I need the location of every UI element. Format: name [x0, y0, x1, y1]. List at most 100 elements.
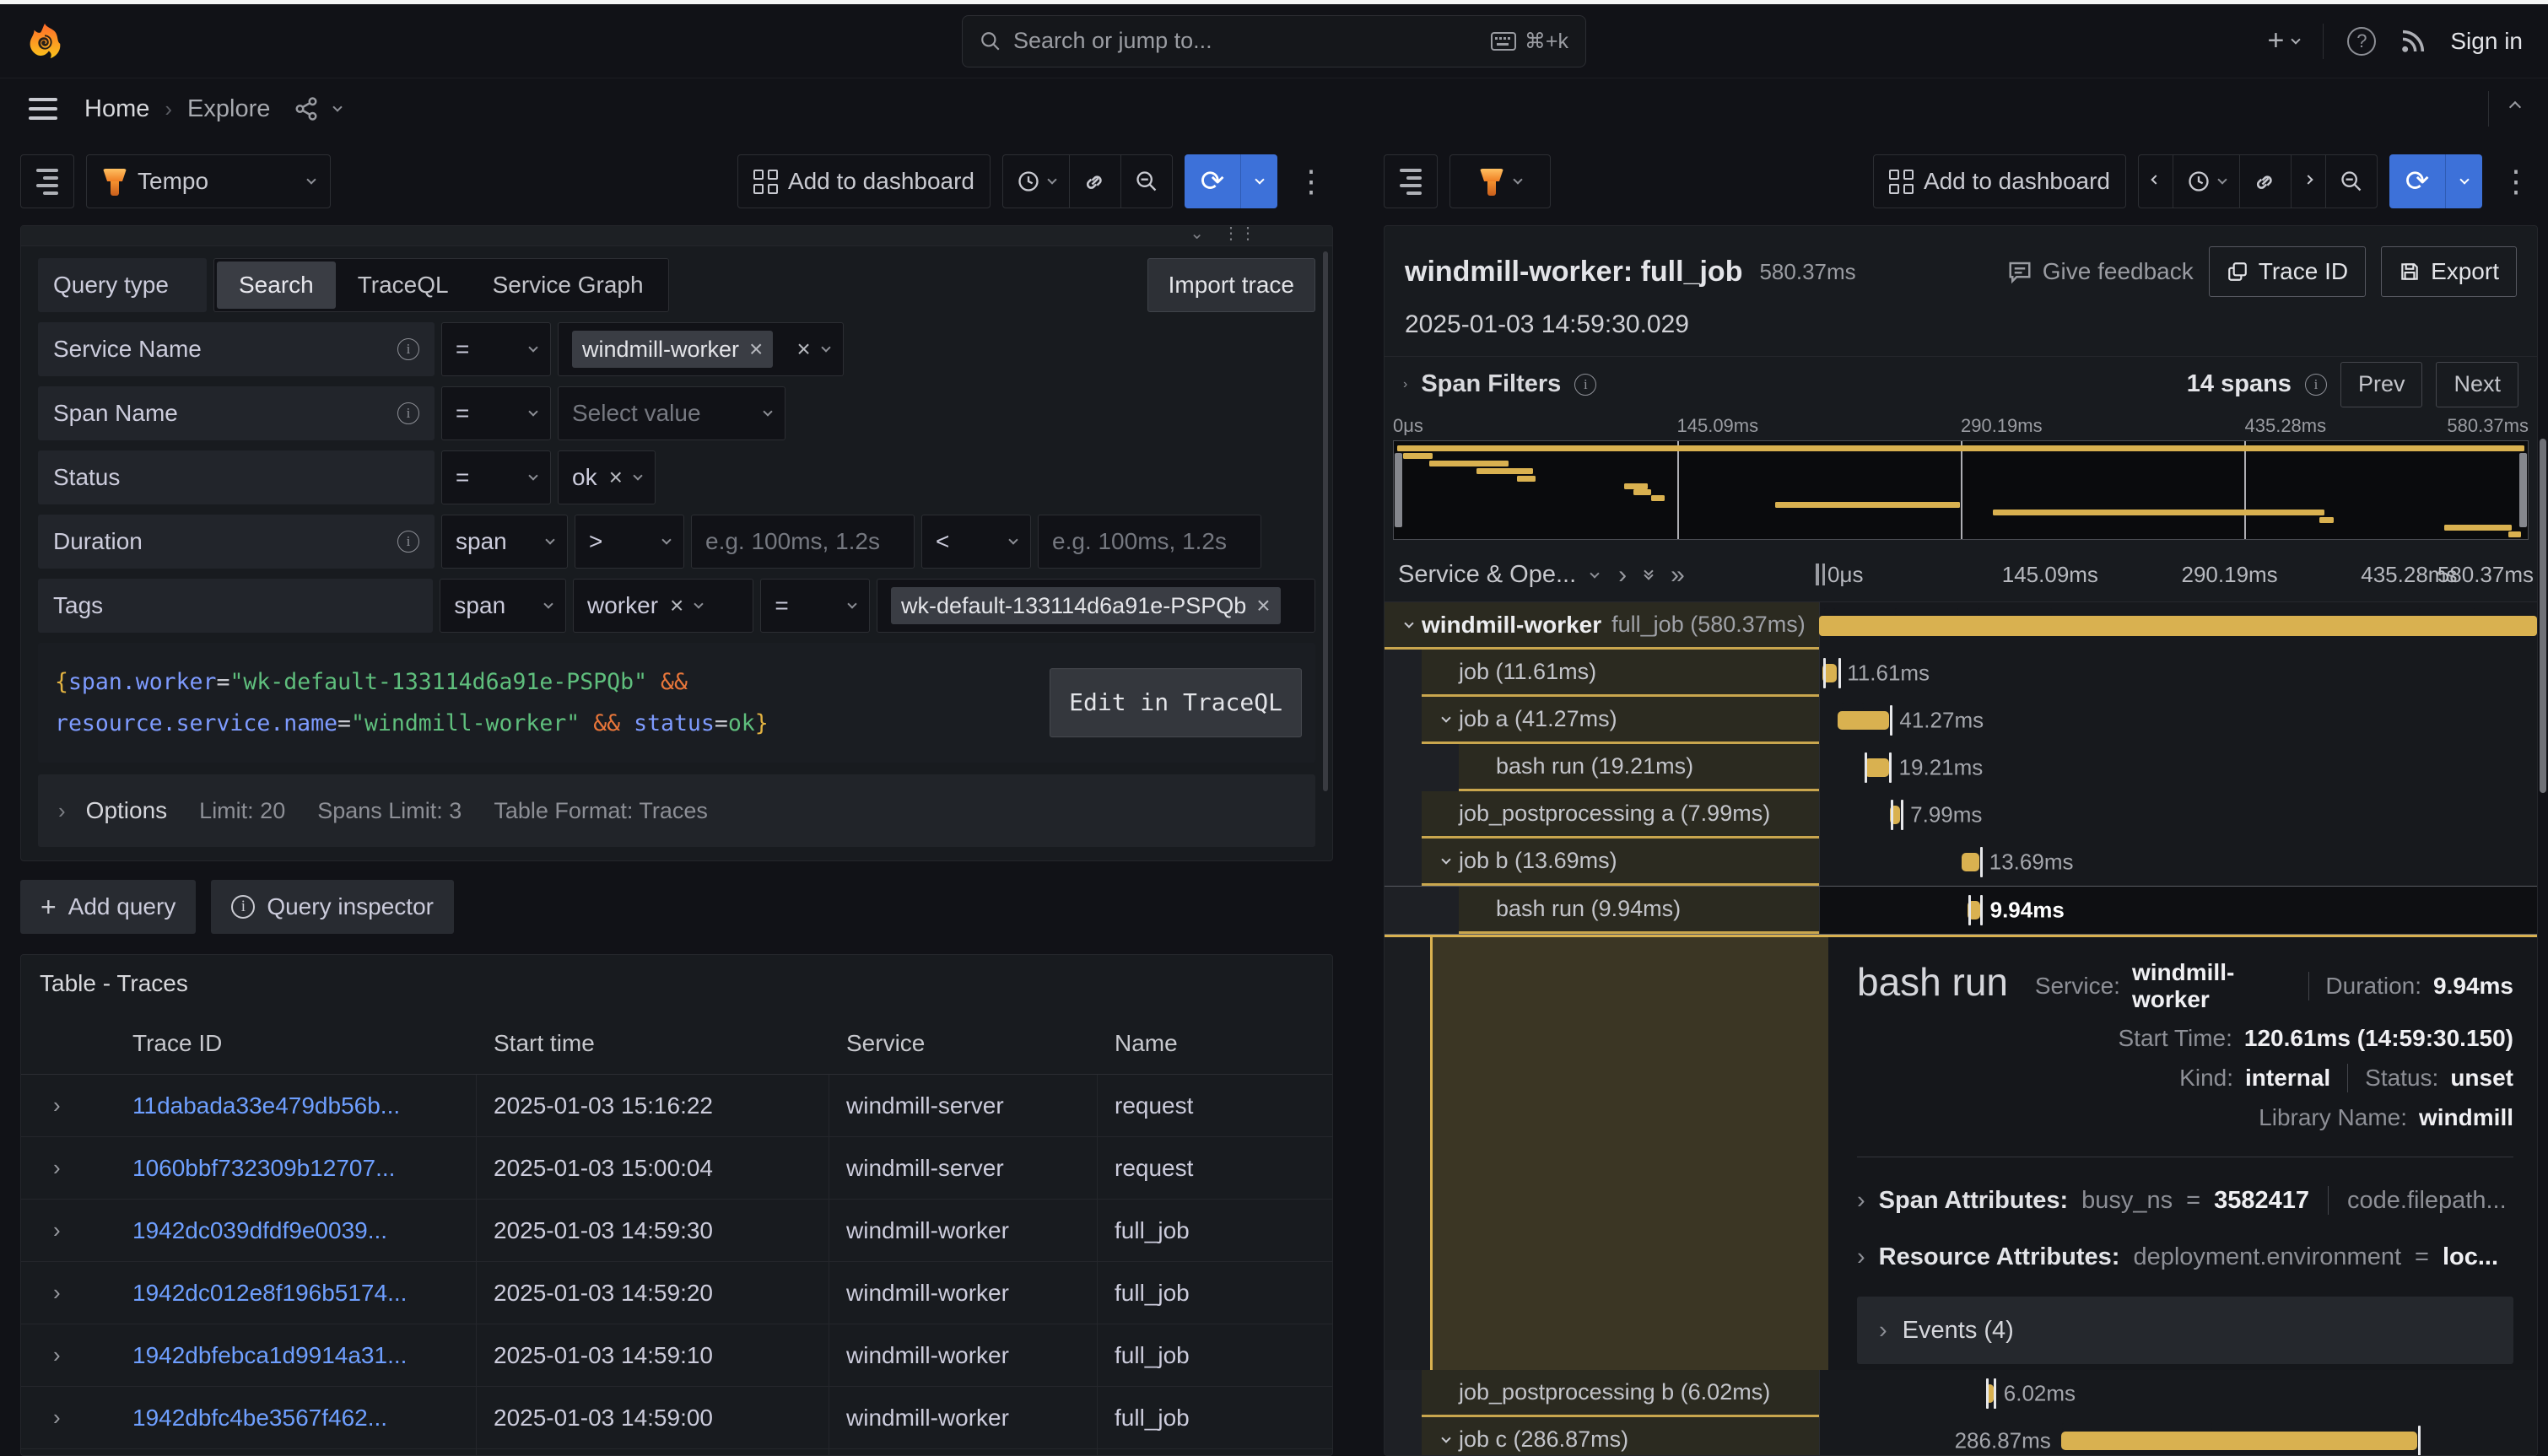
outline-button[interactable] — [1384, 154, 1438, 208]
tab-service-graph[interactable]: Service Graph — [471, 262, 666, 309]
kebab-menu-icon[interactable]: ⋮ — [2494, 164, 2538, 199]
span-row[interactable]: job c (286.87ms)286.87ms — [1385, 1417, 2537, 1455]
global-search[interactable]: Search or jump to... ⌘+k — [962, 15, 1586, 67]
clear-icon[interactable]: × — [796, 336, 810, 363]
span-row[interactable]: windmill-workerfull_job (580.37ms) — [1385, 602, 2537, 650]
row-expander-icon[interactable]: › — [21, 1075, 116, 1136]
tag-key-select[interactable]: worker× — [573, 579, 753, 633]
tab-search[interactable]: Search — [217, 262, 336, 309]
span-name-value-select[interactable]: Select value — [558, 386, 785, 440]
col-trace-id[interactable]: Trace ID — [116, 1012, 477, 1074]
table-row[interactable]: ›1942dbf9d9fa6108d0d1...2025-01-03 14:58… — [21, 1449, 1332, 1455]
expand-chevron-icon[interactable] — [1396, 623, 1422, 627]
zoom-out-button[interactable] — [2326, 155, 2377, 208]
collapse-up-icon[interactable] — [2509, 101, 2521, 113]
span-filters-title[interactable]: Span Filters — [1421, 370, 1561, 398]
collapse-all-icon[interactable] — [1645, 571, 1652, 579]
left-pane-scrollbar[interactable] — [1323, 251, 1328, 791]
trace-id-link[interactable]: 1942dc012e8f196b5174... — [132, 1280, 407, 1307]
expand-chevron-icon[interactable] — [1433, 860, 1459, 863]
kebab-menu-icon[interactable]: ⋮ — [1289, 164, 1333, 199]
prev-span-button[interactable]: Prev — [2340, 362, 2423, 407]
refresh-interval-caret[interactable] — [2445, 154, 2482, 208]
new-menu-button[interactable]: + — [2268, 24, 2300, 57]
span-name-cell[interactable]: windmill-workerfull_job (580.37ms) — [1385, 602, 1819, 650]
add-to-dashboard-button[interactable]: Add to dashboard — [1873, 154, 2126, 208]
status-op-select[interactable]: = — [441, 450, 551, 504]
span-name-cell[interactable]: job a (41.27ms) — [1385, 697, 1819, 744]
service-operation-header[interactable]: Service & Ope... — [1398, 561, 1576, 589]
col-service[interactable]: Service — [829, 1012, 1098, 1074]
span-name-cell[interactable]: bash run (19.21ms) — [1385, 744, 1819, 791]
service-name-value-select[interactable]: windmill-worker× × — [558, 322, 844, 376]
trace-id-link[interactable]: 1942dc039dfdf9e0039... — [132, 1217, 387, 1244]
span-row[interactable]: job a (41.27ms)41.27ms — [1385, 697, 2537, 744]
status-value-select[interactable]: ok× — [558, 450, 656, 504]
span-row[interactable]: job b (13.69ms)13.69ms — [1385, 839, 2537, 886]
share-icon[interactable] — [294, 96, 319, 121]
collapse-one-icon[interactable]: › — [1618, 561, 1627, 590]
span-name-cell[interactable]: job (11.61ms) — [1385, 650, 1819, 697]
span-timeline-cell[interactable]: 9.94ms — [1819, 887, 2537, 934]
row-expander-icon[interactable]: › — [21, 1262, 116, 1324]
give-feedback-button[interactable]: Give feedback — [2007, 258, 2194, 285]
outline-button[interactable] — [20, 154, 74, 208]
breadcrumb-home[interactable]: Home — [84, 95, 149, 123]
chevron-down-icon[interactable] — [333, 102, 343, 111]
span-bar[interactable] — [1819, 616, 2537, 636]
import-trace-button[interactable]: Import trace — [1147, 258, 1315, 312]
span-name-cell[interactable]: job_postprocessing b (6.02ms) — [1385, 1370, 1819, 1417]
duration-scope-select[interactable]: span — [441, 515, 568, 569]
edit-in-traceql-button[interactable]: Edit in TraceQL — [1050, 668, 1302, 737]
rss-icon[interactable] — [2400, 28, 2427, 55]
span-row[interactable]: bash run (9.94ms)9.94ms — [1385, 886, 2537, 935]
next-span-button[interactable]: Next — [2436, 362, 2518, 407]
tab-traceql[interactable]: TraceQL — [336, 262, 471, 309]
expand-chevron-icon[interactable] — [1433, 718, 1459, 721]
export-button[interactable]: Export — [2381, 246, 2517, 297]
span-name-cell[interactable]: job_postprocessing a (7.99ms) — [1385, 791, 1819, 839]
span-timeline-cell[interactable]: 11.61ms — [1819, 650, 2537, 697]
remove-icon[interactable]: × — [609, 464, 623, 491]
trace-id-link[interactable]: 11dabada33e479db56b... — [132, 1092, 400, 1119]
expand-all-icon[interactable]: » — [1671, 561, 1685, 590]
span-bar[interactable] — [1838, 711, 1889, 730]
table-row[interactable]: ›1942dbfc4be3567f462...2025-01-03 14:59:… — [21, 1387, 1332, 1449]
trace-id-link[interactable]: 1942dbfebca1d9914a31... — [132, 1342, 407, 1369]
row-expander-icon[interactable]: › — [21, 1449, 116, 1455]
sign-in-button[interactable]: Sign in — [2450, 28, 2523, 55]
service-name-op-select[interactable]: = — [441, 322, 551, 376]
span-timeline-cell[interactable]: 6.02ms — [1819, 1370, 2537, 1417]
help-icon[interactable]: ? — [2347, 27, 2376, 56]
tag-op-select[interactable]: = — [760, 579, 870, 633]
row-expander-icon[interactable]: › — [21, 1200, 116, 1261]
tag-value-select[interactable]: wk-default-133114d6a91e-PSPQb× — [877, 579, 1315, 633]
duration-min-input[interactable]: e.g. 100ms, 1.2s — [691, 515, 915, 569]
tag-scope-select[interactable]: span — [440, 579, 566, 633]
chevron-down-icon[interactable] — [1590, 569, 1599, 578]
service-name-chip[interactable]: windmill-worker× — [572, 331, 773, 368]
datasource-picker-mini[interactable] — [1449, 154, 1551, 208]
link-split-button[interactable] — [1070, 155, 1121, 208]
trace-id-link[interactable]: 1060bbf732309b12707... — [132, 1155, 395, 1182]
query-inspector-button[interactable]: iQuery inspector — [211, 880, 454, 934]
add-to-dashboard-button[interactable]: Add to dashboard — [737, 154, 991, 208]
table-row[interactable]: ›11dabada33e479db56b...2025-01-03 15:16:… — [21, 1075, 1332, 1137]
grafana-logo[interactable] — [25, 22, 64, 61]
duration-lt-select[interactable]: < — [921, 515, 1031, 569]
menu-toggle-icon[interactable] — [29, 98, 57, 120]
span-bar[interactable] — [1962, 853, 1978, 871]
trace-id-link[interactable]: 1942dbfc4be3567f462... — [132, 1405, 387, 1432]
span-bar[interactable] — [2061, 1432, 2417, 1450]
span-timeline-cell[interactable]: 19.21ms — [1819, 744, 2537, 791]
span-row[interactable]: job (11.61ms)11.61ms — [1385, 650, 2537, 697]
refresh-interval-caret[interactable] — [1240, 154, 1277, 208]
col-name[interactable]: Name — [1098, 1012, 1332, 1074]
datasource-picker[interactable]: Tempo — [86, 154, 331, 208]
row-expander-icon[interactable]: › — [21, 1137, 116, 1199]
col-start-time[interactable]: Start time — [477, 1012, 829, 1074]
duration-max-input[interactable]: e.g. 100ms, 1.2s — [1038, 515, 1261, 569]
span-row[interactable]: bash run (19.21ms)19.21ms — [1385, 744, 2537, 791]
time-picker-button[interactable] — [1003, 155, 1070, 208]
span-name-op-select[interactable]: = — [441, 386, 551, 440]
